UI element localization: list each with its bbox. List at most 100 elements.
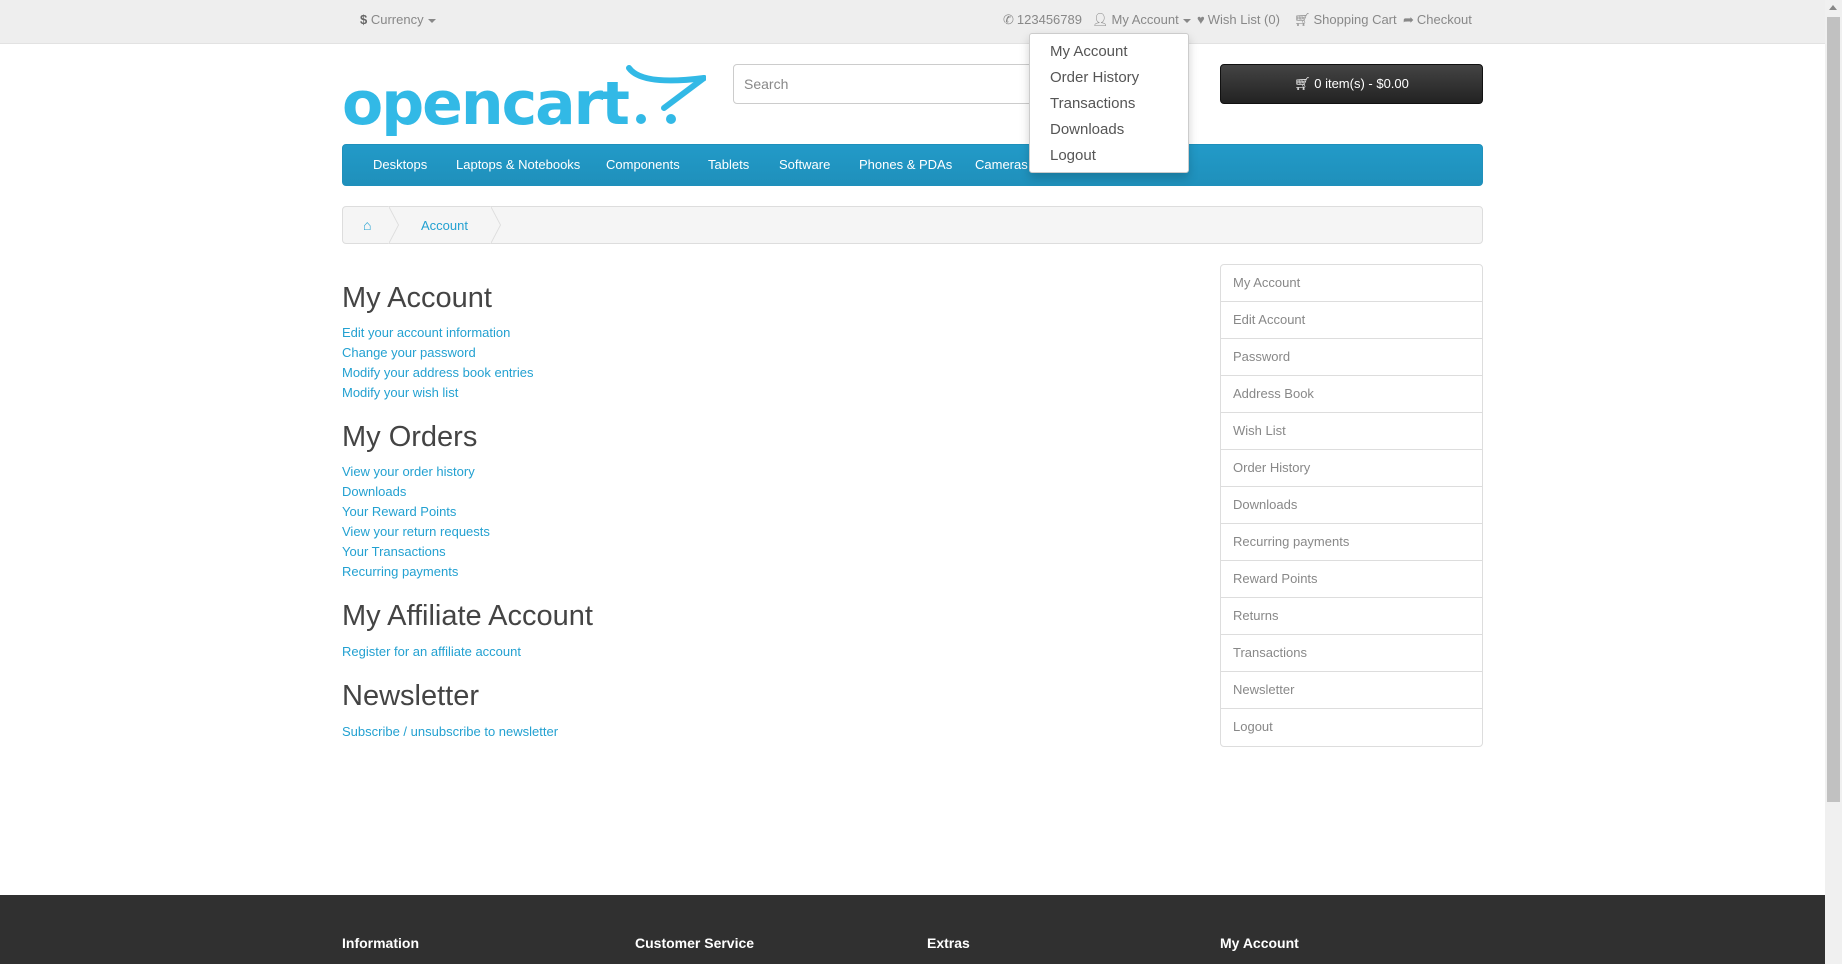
my-orders-links: View your order history Downloads Your R… <box>342 462 490 582</box>
list-item: Your Reward Points <box>342 502 490 522</box>
menu-item-tablets[interactable]: Tablets <box>708 157 749 172</box>
footer-heading-customer-service: Customer Service <box>635 935 755 951</box>
cart-icon: 🛒︎ <box>1294 12 1311 27</box>
vertical-scrollbar[interactable] <box>1825 0 1842 964</box>
user-icon: 👤︎ <box>1092 12 1109 27</box>
link-order-history[interactable]: View your order history <box>342 464 475 479</box>
dropdown-item-downloads[interactable]: Downloads <box>1030 117 1188 143</box>
currency-label: Currency <box>370 12 424 27</box>
home-icon[interactable]: ⌂ <box>363 217 371 233</box>
section-title-my-orders: My Orders <box>342 421 478 453</box>
my-account-toggle[interactable]: 👤︎ My Account <box>1092 12 1191 28</box>
wishlist-link[interactable]: ♥ Wish List (0) <box>1197 12 1280 27</box>
list-item: Register for an affiliate account <box>342 642 521 662</box>
list-item: Downloads <box>342 482 490 502</box>
footer: Information Customer Service Extras My A… <box>0 895 1825 964</box>
link-newsletter[interactable]: Subscribe / unsubscribe to newsletter <box>342 724 558 739</box>
sidebar-item-my-account[interactable]: My Account <box>1221 265 1482 302</box>
svg-text:opencart: opencart <box>342 69 629 136</box>
phone-link[interactable]: ✆ 123456789 <box>1003 12 1082 28</box>
checkout-label: Checkout <box>1416 12 1472 27</box>
footer-heading-extras: Extras <box>927 935 970 951</box>
scrollbar-thumb[interactable] <box>1827 17 1840 802</box>
caret-down-icon <box>1182 18 1191 23</box>
sidebar-item-transactions[interactable]: Transactions <box>1221 635 1482 672</box>
sidebar-item-reward-points[interactable]: Reward Points <box>1221 561 1482 598</box>
menu-item-desktops[interactable]: Desktops <box>373 157 427 172</box>
site-logo[interactable]: opencart <box>342 64 706 136</box>
list-item: Change your password <box>342 343 533 363</box>
footer-heading-my-account: My Account <box>1220 935 1299 951</box>
phone-number: 123456789 <box>1016 12 1082 27</box>
sidebar-item-order-history[interactable]: Order History <box>1221 450 1482 487</box>
link-transactions[interactable]: Your Transactions <box>342 544 446 559</box>
list-item: Modify your address book entries <box>342 363 533 383</box>
currency-dropdown[interactable]: $ Currency <box>360 12 436 27</box>
share-icon: ➦ <box>1403 12 1414 27</box>
caret-down-icon <box>427 18 436 23</box>
breadcrumb-separator <box>490 206 501 244</box>
sidebar-item-wish-list[interactable]: Wish List <box>1221 413 1482 450</box>
sidebar-item-password[interactable]: Password <box>1221 339 1482 376</box>
dropdown-item-my-account[interactable]: My Account <box>1030 39 1188 65</box>
list-item: Modify your wish list <box>342 383 533 403</box>
shopping-cart-label: Shopping Cart <box>1313 12 1397 27</box>
sidebar-item-logout[interactable]: Logout <box>1221 709 1482 746</box>
dollar-icon: $ <box>360 12 368 27</box>
section-title-newsletter: Newsletter <box>342 680 479 712</box>
checkout-link[interactable]: ➦ Checkout <box>1403 12 1472 28</box>
shopping-cart-link[interactable]: 🛒︎ Shopping Cart <box>1294 12 1397 28</box>
link-recurring-payments[interactable]: Recurring payments <box>342 564 458 579</box>
dropdown-item-order-history[interactable]: Order History <box>1030 65 1188 91</box>
link-change-password[interactable]: Change your password <box>342 345 476 360</box>
affiliate-links: Register for an affiliate account <box>342 642 521 662</box>
my-account-label: My Account <box>1111 12 1179 27</box>
sidebar-item-recurring-payments[interactable]: Recurring payments <box>1221 524 1482 561</box>
breadcrumb-separator <box>388 206 399 244</box>
phone-icon: ✆ <box>1003 12 1014 27</box>
scroll-up-arrow-icon[interactable] <box>1829 5 1837 10</box>
menu-item-cameras[interactable]: Cameras <box>975 157 1028 172</box>
my-account-links: Edit your account information Change you… <box>342 323 533 403</box>
list-item: Your Transactions <box>342 542 490 562</box>
sidebar-item-edit-account[interactable]: Edit Account <box>1221 302 1482 339</box>
cart-button[interactable]: 🛒︎ 0 item(s) - $0.00 <box>1220 64 1483 104</box>
dropdown-item-logout[interactable]: Logout <box>1030 143 1188 169</box>
link-address-book[interactable]: Modify your address book entries <box>342 365 533 380</box>
list-item: View your order history <box>342 462 490 482</box>
menu-item-components[interactable]: Components <box>606 157 680 172</box>
list-item: Recurring payments <box>342 562 490 582</box>
wishlist-label: Wish List (0) <box>1207 12 1280 27</box>
account-sidebar: My Account Edit Account Password Address… <box>1220 264 1483 747</box>
cart-icon: 🛒︎ <box>1294 76 1311 91</box>
top-bar: $ Currency ✆ 123456789 👤︎ My Account ♥ Wish… <box>0 0 1825 44</box>
newsletter-links: Subscribe / unsubscribe to newsletter <box>342 722 558 742</box>
sidebar-item-newsletter[interactable]: Newsletter <box>1221 672 1482 709</box>
menu-item-phones[interactable]: Phones & PDAs <box>859 157 952 172</box>
menu-item-software[interactable]: Software <box>779 157 830 172</box>
sidebar-item-address-book[interactable]: Address Book <box>1221 376 1482 413</box>
cart-button-label: 0 item(s) - $0.00 <box>1314 76 1409 91</box>
breadcrumb: ⌂ Account <box>342 206 1483 244</box>
link-wish-list[interactable]: Modify your wish list <box>342 385 458 400</box>
menu-item-laptops[interactable]: Laptops & Notebooks <box>456 157 580 172</box>
link-reward-points[interactable]: Your Reward Points <box>342 504 456 519</box>
section-title-my-account: My Account <box>342 282 492 314</box>
link-edit-account[interactable]: Edit your account information <box>342 325 510 340</box>
main-menu: Desktops Laptops & Notebooks Components … <box>342 144 1483 186</box>
link-register-affiliate[interactable]: Register for an affiliate account <box>342 644 521 659</box>
dropdown-item-transactions[interactable]: Transactions <box>1030 91 1188 117</box>
link-downloads[interactable]: Downloads <box>342 484 406 499</box>
sidebar-item-returns[interactable]: Returns <box>1221 598 1482 635</box>
heart-icon: ♥ <box>1197 12 1205 27</box>
list-item: Subscribe / unsubscribe to newsletter <box>342 722 558 742</box>
list-item: View your return requests <box>342 522 490 542</box>
list-item: Edit your account information <box>342 323 533 343</box>
sidebar-item-downloads[interactable]: Downloads <box>1221 487 1482 524</box>
breadcrumb-account[interactable]: Account <box>421 218 468 233</box>
link-return-requests[interactable]: View your return requests <box>342 524 490 539</box>
section-title-affiliate: My Affiliate Account <box>342 600 593 632</box>
opencart-logo-icon: opencart <box>342 65 706 136</box>
account-dropdown-menu: My Account Order History Transactions Do… <box>1029 33 1189 173</box>
footer-heading-information: Information <box>342 935 419 951</box>
